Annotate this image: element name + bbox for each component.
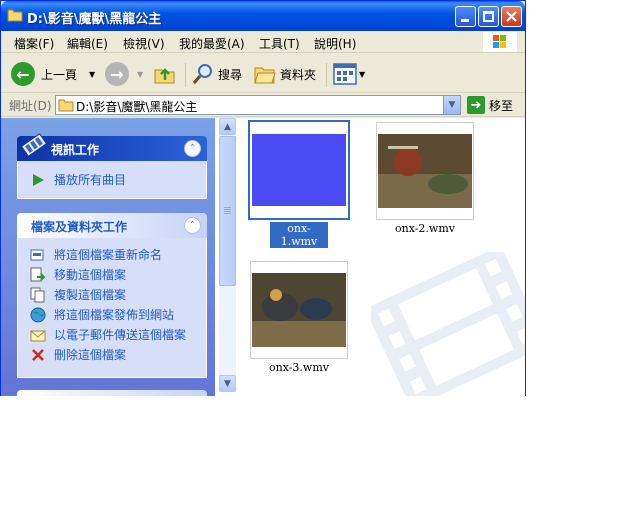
task-label: 將這個檔案發佈到網站: [54, 308, 175, 322]
windows-logo-icon: [483, 32, 517, 52]
back-label: 上一頁: [41, 67, 78, 82]
close-button[interactable]: [501, 6, 522, 27]
address-bar: 網址(D) D:\影音\魔獸\黑龍公主 ▼ ➜ 移至: [1, 93, 525, 117]
file-view: ▲ ▼ onx-1.wmv onx-2.wmv onx-3.wmv: [215, 118, 525, 396]
menu-view[interactable]: 檢視(V): [123, 35, 165, 52]
move-icon: [30, 267, 46, 283]
menu-bar: 檔案(F) 編輯(E) 檢視(V) 我的最愛(A) 工具(T) 說明(H): [1, 31, 525, 53]
menu-favorites[interactable]: 我的最愛(A): [179, 35, 245, 52]
task-move[interactable]: 移動這個檔案: [30, 266, 126, 283]
back-arrow-icon: ←: [11, 62, 35, 86]
window-title: D:\影音\魔獸\黑龍公主: [27, 12, 162, 27]
task-label: 移動這個檔案: [54, 268, 127, 282]
grip-icon: [224, 207, 231, 208]
search-label: 搜尋: [218, 67, 243, 82]
file-thumbnail[interactable]: [250, 261, 348, 359]
address-field[interactable]: D:\影音\魔獸\黑龍公主 ▼: [55, 95, 461, 115]
toolbar: ← 上一頁 ▼ → ▼ 搜尋 資料夾 ▼: [1, 54, 525, 93]
task-email[interactable]: 以電子郵件傳送這個檔案: [30, 326, 186, 343]
task-label: 複製這個檔案: [54, 288, 127, 302]
scroll-thumb[interactable]: [219, 136, 236, 286]
video-tasks-body: 播放所有曲目: [17, 161, 207, 199]
file-name[interactable]: onx-3.wmv: [244, 361, 354, 374]
forward-button[interactable]: → ▼: [105, 61, 143, 87]
vertical-scrollbar[interactable]: ▲ ▼: [219, 118, 236, 392]
maximize-icon: [483, 11, 494, 22]
task-label: 將這個檔案重新命名: [54, 248, 163, 262]
address-label: 網址(D): [9, 99, 52, 113]
collapse-icon[interactable]: ˄: [184, 140, 201, 157]
scroll-down-icon[interactable]: ▼: [219, 375, 236, 392]
menu-edit[interactable]: 編輯(E): [67, 35, 108, 52]
menu-help[interactable]: 說明(H): [314, 35, 356, 52]
title-bar[interactable]: D:\影音\魔獸\黑龍公主: [1, 1, 525, 31]
delete-icon: [30, 347, 46, 363]
file-tasks-header[interactable]: 檔案及資料夾工作 ˄: [17, 213, 207, 238]
rename-icon: [30, 247, 46, 263]
film-watermark-icon: [371, 252, 525, 396]
menu-tools[interactable]: 工具(T): [259, 35, 300, 52]
address-value: D:\影音\魔獸\黑龍公主: [76, 100, 198, 114]
toolbar-separator: [185, 63, 186, 87]
video-tasks-panel: 視訊工作 ˄ 播放所有曲目: [17, 133, 207, 199]
video-preview: [252, 273, 346, 347]
go-arrow-icon: ➜: [467, 96, 485, 114]
file-thumbnail[interactable]: [248, 120, 350, 220]
task-label: 以電子郵件傳送這個檔案: [54, 328, 187, 342]
explorer-window: D:\影音\魔獸\黑龍公主 檔案(F) 編輯(E) 檢視(V) 我的最愛(A) …: [0, 0, 526, 396]
folders-label: 資料夾: [280, 67, 317, 82]
close-icon: [506, 11, 517, 22]
file-tasks-title: 檔案及資料夾工作: [31, 220, 128, 234]
task-label: 刪除這個檔案: [54, 348, 127, 362]
address-dropdown-icon[interactable]: ▼: [443, 96, 460, 114]
menu-file[interactable]: 檔案(F): [14, 35, 54, 52]
folders-button[interactable]: 資料夾: [253, 61, 316, 87]
folder-icon: [58, 99, 74, 112]
folders-icon: [254, 67, 276, 84]
up-folder-icon: [154, 68, 175, 84]
maximize-button[interactable]: [478, 6, 499, 27]
task-rename[interactable]: 將這個檔案重新命名: [30, 246, 162, 263]
file-name[interactable]: onx-1.wmv: [270, 222, 328, 248]
search-button[interactable]: 搜尋: [191, 61, 242, 87]
go-button[interactable]: ➜ 移至: [467, 96, 513, 114]
minimize-icon: [461, 19, 469, 22]
back-dropdown-icon[interactable]: ▼: [89, 70, 95, 79]
up-folder-button[interactable]: [153, 61, 177, 87]
next-panel-header: [17, 390, 207, 396]
email-icon: [30, 327, 46, 343]
file-tasks-body: 將這個檔案重新命名 移動這個檔案 複製這個檔案 將這個檔案發佈到網站 以電子郵件…: [17, 238, 207, 378]
minimize-button[interactable]: [455, 6, 476, 27]
copy-icon: [30, 287, 46, 303]
task-pane: 視訊工作 ˄ 播放所有曲目 檔案及資料夾工作 ˄ 將這個檔案重新命名 移動這個檔…: [1, 118, 215, 396]
film-strip-icon: [20, 133, 48, 157]
video-tasks-title: 視訊工作: [51, 143, 100, 157]
folder-icon: [7, 9, 23, 22]
toolbar-separator: [326, 63, 327, 87]
search-icon: [192, 64, 212, 84]
back-button[interactable]: ← 上一頁 ▼: [11, 61, 95, 87]
go-label: 移至: [489, 98, 514, 113]
task-copy[interactable]: 複製這個檔案: [30, 286, 126, 303]
task-play-all[interactable]: 播放所有曲目: [30, 171, 126, 188]
views-dropdown-icon[interactable]: ▼: [359, 70, 365, 79]
globe-icon: [30, 307, 46, 323]
views-button[interactable]: ▼: [333, 61, 365, 87]
task-delete[interactable]: 刪除這個檔案: [30, 346, 126, 363]
file-name[interactable]: onx-2.wmv: [370, 222, 480, 235]
task-label: 播放所有曲目: [54, 173, 127, 187]
video-tasks-header[interactable]: 視訊工作 ˄: [17, 133, 207, 161]
play-icon: [30, 172, 46, 188]
video-preview: [252, 134, 346, 206]
scroll-up-icon[interactable]: ▲: [219, 118, 236, 135]
file-tasks-panel: 檔案及資料夾工作 ˄ 將這個檔案重新命名 移動這個檔案 複製這個檔案 將這個檔案…: [17, 213, 207, 378]
forward-arrow-icon: →: [105, 62, 129, 86]
task-publish[interactable]: 將這個檔案發佈到網站: [30, 306, 174, 323]
collapse-icon[interactable]: ˄: [184, 217, 201, 234]
file-thumbnail[interactable]: [376, 122, 474, 220]
forward-dropdown-icon[interactable]: ▼: [137, 70, 143, 79]
views-icon: [333, 63, 357, 85]
video-preview: [378, 134, 472, 208]
